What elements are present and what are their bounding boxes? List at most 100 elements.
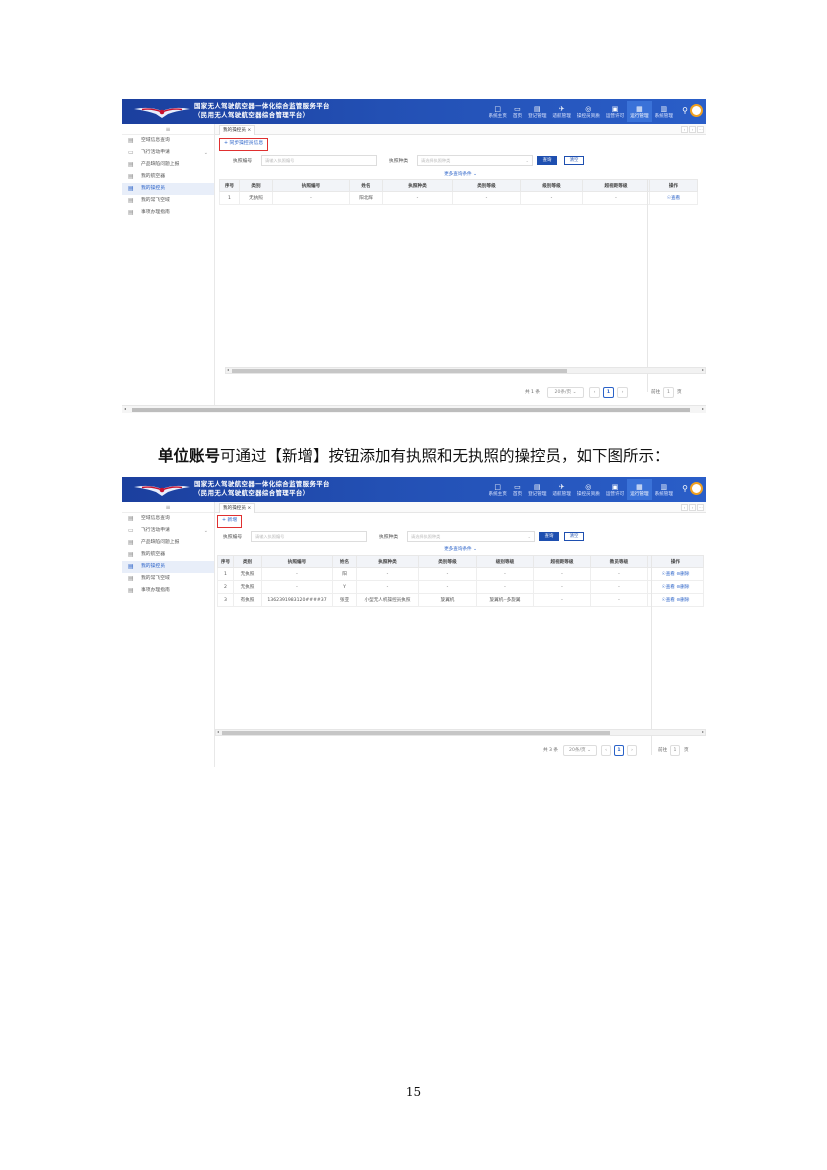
scroll-left-icon[interactable]: ◂	[217, 729, 219, 734]
sidebar-item-my-aircraft[interactable]: ▤ 我的航空器	[122, 549, 214, 561]
sidebar-item-flight-application[interactable]: ▭ 飞行活动申请 ⌄	[122, 525, 214, 537]
delete-link[interactable]: ⊝删除	[676, 598, 689, 603]
search-icon[interactable]: ⚲	[682, 106, 688, 115]
nav-label: 操控员资质	[576, 113, 600, 119]
query-button[interactable]: 查询	[539, 532, 559, 541]
sidebar-item-defect-report[interactable]: ▤ 产品缺陷问题上报	[122, 159, 214, 171]
tab-more-icon[interactable]: ⋯	[697, 504, 704, 511]
nav-airworthiness[interactable]: ✈ 适航管理	[549, 479, 573, 500]
top-nav: □ 系统主页 ▭ 首页 ▤ 登记管理 ✈ 适航管理 ◎ 操控员资质 ▣ 运营许可 ▦ 运行管理…	[485, 479, 676, 500]
more-filters-link[interactable]: 更多查询条件 ⌄	[215, 546, 706, 552]
search-icon[interactable]: ⚲	[682, 484, 688, 493]
nav-label: 系统管理	[654, 491, 673, 497]
cell-name: 阳	[332, 567, 357, 581]
goto-page-input[interactable]: 1	[670, 745, 680, 756]
sidebar-item-airspace-query[interactable]: ▤ 空域信息查询	[122, 513, 214, 525]
nav-label: 适航管理	[552, 491, 571, 497]
reset-button[interactable]: 清空	[564, 156, 584, 165]
nav-home[interactable]: ▭ 首页	[510, 101, 525, 122]
nav-icon: □	[494, 482, 501, 491]
reset-button[interactable]: 清空	[564, 532, 584, 541]
prev-page-icon[interactable]: ‹	[589, 387, 600, 398]
license-type-select[interactable]: 请选择执照种类 ⌄	[417, 155, 533, 166]
cell-instructor-rating: -	[590, 567, 648, 581]
sidebar: ≡ ▤ 空域信息查询 ▭ 飞行活动申请 ⌄ ▤ 产品缺陷问题上报 ▤ 我的航空器 ▤ 我的操…	[122, 124, 215, 413]
nav-system-management[interactable]: ▥ 系统管理	[652, 101, 676, 122]
tab-next-icon[interactable]: ›	[689, 504, 696, 511]
nav-operation-permit[interactable]: ▣ 运营许可	[603, 479, 627, 500]
sync-operator-button[interactable]: + 同步操控员信息	[219, 138, 269, 151]
license-type-select[interactable]: 请选择执照种类 ⌄	[407, 531, 535, 542]
page-number-current[interactable]: 1	[603, 387, 614, 398]
sidebar-item-my-operators[interactable]: ▤ 我的操控员	[122, 183, 214, 195]
scroll-right-icon[interactable]: ▸	[702, 406, 704, 411]
page-number-current[interactable]: 1	[614, 745, 624, 756]
nav-home-system[interactable]: □ 系统主页	[485, 479, 509, 500]
scroll-right-icon[interactable]: ▸	[702, 367, 704, 372]
avatar[interactable]	[690, 482, 703, 495]
license-no-input[interactable]: 请输入执照编号	[261, 155, 377, 166]
nav-operator-qualification[interactable]: ◎ 操控员资质	[574, 101, 603, 122]
scroll-thumb[interactable]	[132, 408, 690, 412]
table-horizontal-scrollbar[interactable]: ◂ ▸	[225, 367, 706, 374]
caption-text: 可通过【新增】按钮添加有执照和无执照的操控员，如下图所示：	[220, 447, 670, 465]
caac-wings-logo-icon	[134, 485, 190, 496]
menu-toggle-icon[interactable]: ≡	[122, 502, 214, 513]
nav-flight-operations[interactable]: ▦ 运行管理	[627, 101, 652, 122]
delete-link[interactable]: ⊝删除	[676, 585, 689, 590]
avatar[interactable]	[690, 104, 703, 117]
view-link[interactable]: ☉查看	[662, 572, 675, 577]
next-page-icon[interactable]: ›	[617, 387, 628, 398]
menu-toggle-icon[interactable]: ≡	[122, 124, 214, 135]
nav-system-management[interactable]: ▥ 系统管理	[652, 479, 676, 500]
view-link[interactable]: ☉查看	[662, 598, 675, 603]
nav-operation-permit[interactable]: ▣ 运营许可	[603, 101, 627, 122]
prev-page-icon[interactable]: ‹	[601, 745, 611, 756]
scroll-left-icon[interactable]: ◂	[124, 406, 126, 411]
sidebar-item-frequent-airspace[interactable]: ▤ 我的常飞空域	[122, 573, 214, 585]
page-size-select[interactable]: 20条/页 ⌄	[547, 387, 584, 398]
sidebar-item-flight-application[interactable]: ▭ 飞行活动申请 ⌄	[122, 147, 214, 159]
add-operator-button[interactable]: + 新增	[217, 515, 243, 528]
nav-registration[interactable]: ▤ 登记管理	[525, 101, 549, 122]
sidebar-item-guide[interactable]: ▤ 事项办理指南	[122, 585, 214, 597]
tab-more-icon[interactable]: ⋯	[697, 126, 704, 133]
tab-prev-icon[interactable]: ‹	[681, 504, 688, 511]
tab-prev-icon[interactable]: ‹	[681, 126, 688, 133]
sidebar-item-my-operators[interactable]: ▤ 我的操控员	[122, 561, 214, 573]
nav-flight-operations[interactable]: ▦ 运行管理	[627, 479, 652, 500]
scroll-left-icon[interactable]: ◂	[227, 367, 229, 372]
table-header-row: 序号 类别 执照编号 姓名 执照种类 类别等级 级别等级 超视距等级 操作	[219, 179, 698, 192]
sidebar-item-guide[interactable]: ▤ 事项办理指南	[122, 207, 214, 219]
sidebar-item-frequent-airspace[interactable]: ▤ 我的常飞空域	[122, 195, 214, 207]
nav-registration[interactable]: ▤ 登记管理	[525, 479, 549, 500]
tab-next-icon[interactable]: ›	[689, 126, 696, 133]
nav-operator-qualification[interactable]: ◎ 操控员资质	[574, 479, 603, 500]
sidebar-item-my-aircraft[interactable]: ▤ 我的航空器	[122, 171, 214, 183]
sidebar-item-airspace-query[interactable]: ▤ 空域信息查询	[122, 135, 214, 147]
table-horizontal-scrollbar[interactable]: ◂ ▸	[215, 729, 706, 736]
nav-home[interactable]: ▭ 首页	[510, 479, 525, 500]
table-row: 2 无执照 - Y - - - - - ☉查看 ⊝删除	[217, 580, 704, 594]
cell-actions: ☉查看 ⊝删除	[647, 593, 704, 607]
query-button[interactable]: 查询	[537, 156, 557, 165]
cell-instructor-rating: -	[590, 593, 648, 607]
scroll-right-icon[interactable]: ▸	[702, 729, 704, 734]
scroll-thumb[interactable]	[222, 731, 610, 735]
nav-home-system[interactable]: □ 系统主页	[485, 101, 509, 122]
tab-my-operators[interactable]: 我的操控员 ×	[219, 125, 256, 135]
view-link[interactable]: ☉查看	[662, 585, 675, 590]
goto-page-input[interactable]: 1	[663, 387, 674, 398]
next-page-icon[interactable]: ›	[627, 745, 637, 756]
license-no-input[interactable]: 请输入执照编号	[251, 531, 367, 542]
view-link[interactable]: ☉查看	[667, 196, 680, 201]
page-size-select[interactable]: 20条/页 ⌄	[563, 745, 597, 756]
scroll-thumb[interactable]	[232, 369, 567, 373]
platform-title: 国家无人驾驶航空器一体化综合监管服务平台 （民用无人驾驶航空器综合管理平台）	[194, 480, 330, 497]
sidebar-item-defect-report[interactable]: ▤ 产品缺陷问题上报	[122, 537, 214, 549]
delete-link[interactable]: ⊝删除	[676, 572, 689, 577]
more-filters-link[interactable]: 更多查询条件 ⌄	[215, 171, 706, 177]
tab-my-operators[interactable]: 我的操控员 ×	[219, 503, 256, 513]
page-horizontal-scrollbar[interactable]: ◂ ▸	[122, 405, 706, 413]
nav-airworthiness[interactable]: ✈ 适航管理	[549, 101, 573, 122]
